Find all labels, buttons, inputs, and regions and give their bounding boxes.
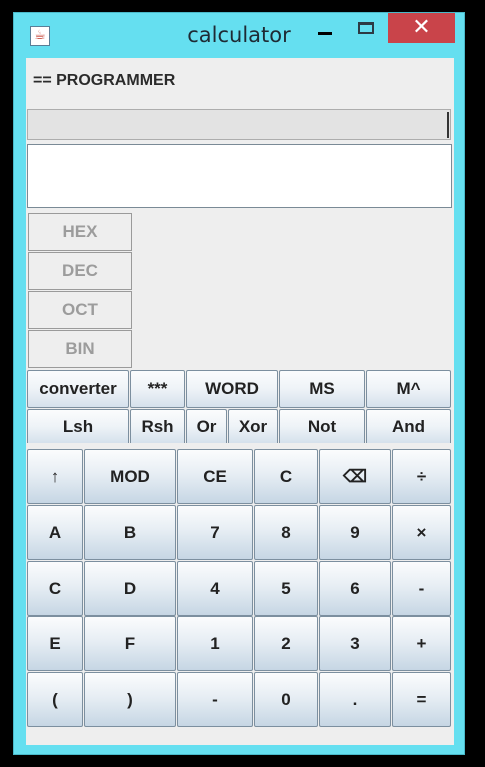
base-dec-button[interactable]: DEC <box>28 252 132 290</box>
or-button[interactable]: Or <box>186 409 227 443</box>
memory-store-button[interactable]: MS <box>279 370 365 408</box>
result-display[interactable] <box>27 144 452 208</box>
base-oct-button[interactable]: OCT <box>28 291 132 329</box>
word-button[interactable]: WORD <box>186 370 278 408</box>
digit-9-button[interactable]: 9 <box>319 505 391 560</box>
mod-button[interactable]: MOD <box>84 449 176 504</box>
digit-5-button[interactable]: 5 <box>254 561 318 616</box>
multiply-button[interactable]: × <box>392 505 451 560</box>
text-caret <box>447 112 449 138</box>
minimize-button[interactable] <box>305 13 345 43</box>
not-button[interactable]: Not <box>279 409 365 443</box>
divide-button[interactable]: ÷ <box>392 449 451 504</box>
backspace-icon: ⌫ <box>342 466 368 486</box>
hex-e-button[interactable]: E <box>27 616 83 671</box>
digit-2-button[interactable]: 2 <box>254 616 318 671</box>
base-bin-button[interactable]: BIN <box>28 330 132 368</box>
digit-4-button[interactable]: 4 <box>177 561 253 616</box>
subtract-button[interactable]: - <box>392 561 451 616</box>
digit-3-button[interactable]: 3 <box>319 616 391 671</box>
converter-button[interactable]: converter <box>27 370 129 408</box>
xor-button[interactable]: Xor <box>228 409 278 443</box>
and-button[interactable]: And <box>366 409 451 443</box>
hex-d-button[interactable]: D <box>84 561 176 616</box>
digit-6-button[interactable]: 6 <box>319 561 391 616</box>
decimal-point-button[interactable]: . <box>319 672 391 727</box>
hex-f-button[interactable]: F <box>84 616 176 671</box>
calculator-window: ☕ calculator ✕ == PROGRAMMER HEX DEC OCT… <box>13 12 465 755</box>
close-icon: ✕ <box>412 15 431 40</box>
hex-b-button[interactable]: B <box>84 505 176 560</box>
digit-0-button[interactable]: 0 <box>254 672 318 727</box>
equals-button[interactable]: = <box>392 672 451 727</box>
digit-8-button[interactable]: 8 <box>254 505 318 560</box>
digit-1-button[interactable]: 1 <box>177 616 253 671</box>
clear-button[interactable]: C <box>254 449 318 504</box>
expression-field[interactable] <box>27 109 451 140</box>
calculator-body: == PROGRAMMER HEX DEC OCT BIN converter … <box>26 58 454 745</box>
backspace-button[interactable]: ⌫ <box>319 449 391 504</box>
close-button[interactable]: ✕ <box>388 13 455 43</box>
hex-a-button[interactable]: A <box>27 505 83 560</box>
base-hex-button[interactable]: HEX <box>28 213 132 251</box>
negate-button[interactable]: - <box>177 672 253 727</box>
open-paren-button[interactable]: ( <box>27 672 83 727</box>
rsh-button[interactable]: Rsh <box>130 409 185 443</box>
mode-menu[interactable]: == PROGRAMMER <box>33 72 175 90</box>
hex-c-button[interactable]: C <box>27 561 83 616</box>
minimize-icon <box>318 32 332 35</box>
memory-recall-button[interactable]: M^ <box>366 370 451 408</box>
maximize-icon <box>358 22 374 34</box>
digit-7-button[interactable]: 7 <box>177 505 253 560</box>
add-button[interactable]: + <box>392 616 451 671</box>
close-paren-button[interactable]: ) <box>84 672 176 727</box>
lsh-button[interactable]: Lsh <box>27 409 129 443</box>
title-bar[interactable]: ☕ calculator ✕ <box>14 13 464 59</box>
maximize-button[interactable] <box>347 13 387 43</box>
word-size-toggle-button[interactable]: *** <box>130 370 185 408</box>
clear-entry-button[interactable]: CE <box>177 449 253 504</box>
shift-button[interactable]: ↑ <box>27 449 83 504</box>
